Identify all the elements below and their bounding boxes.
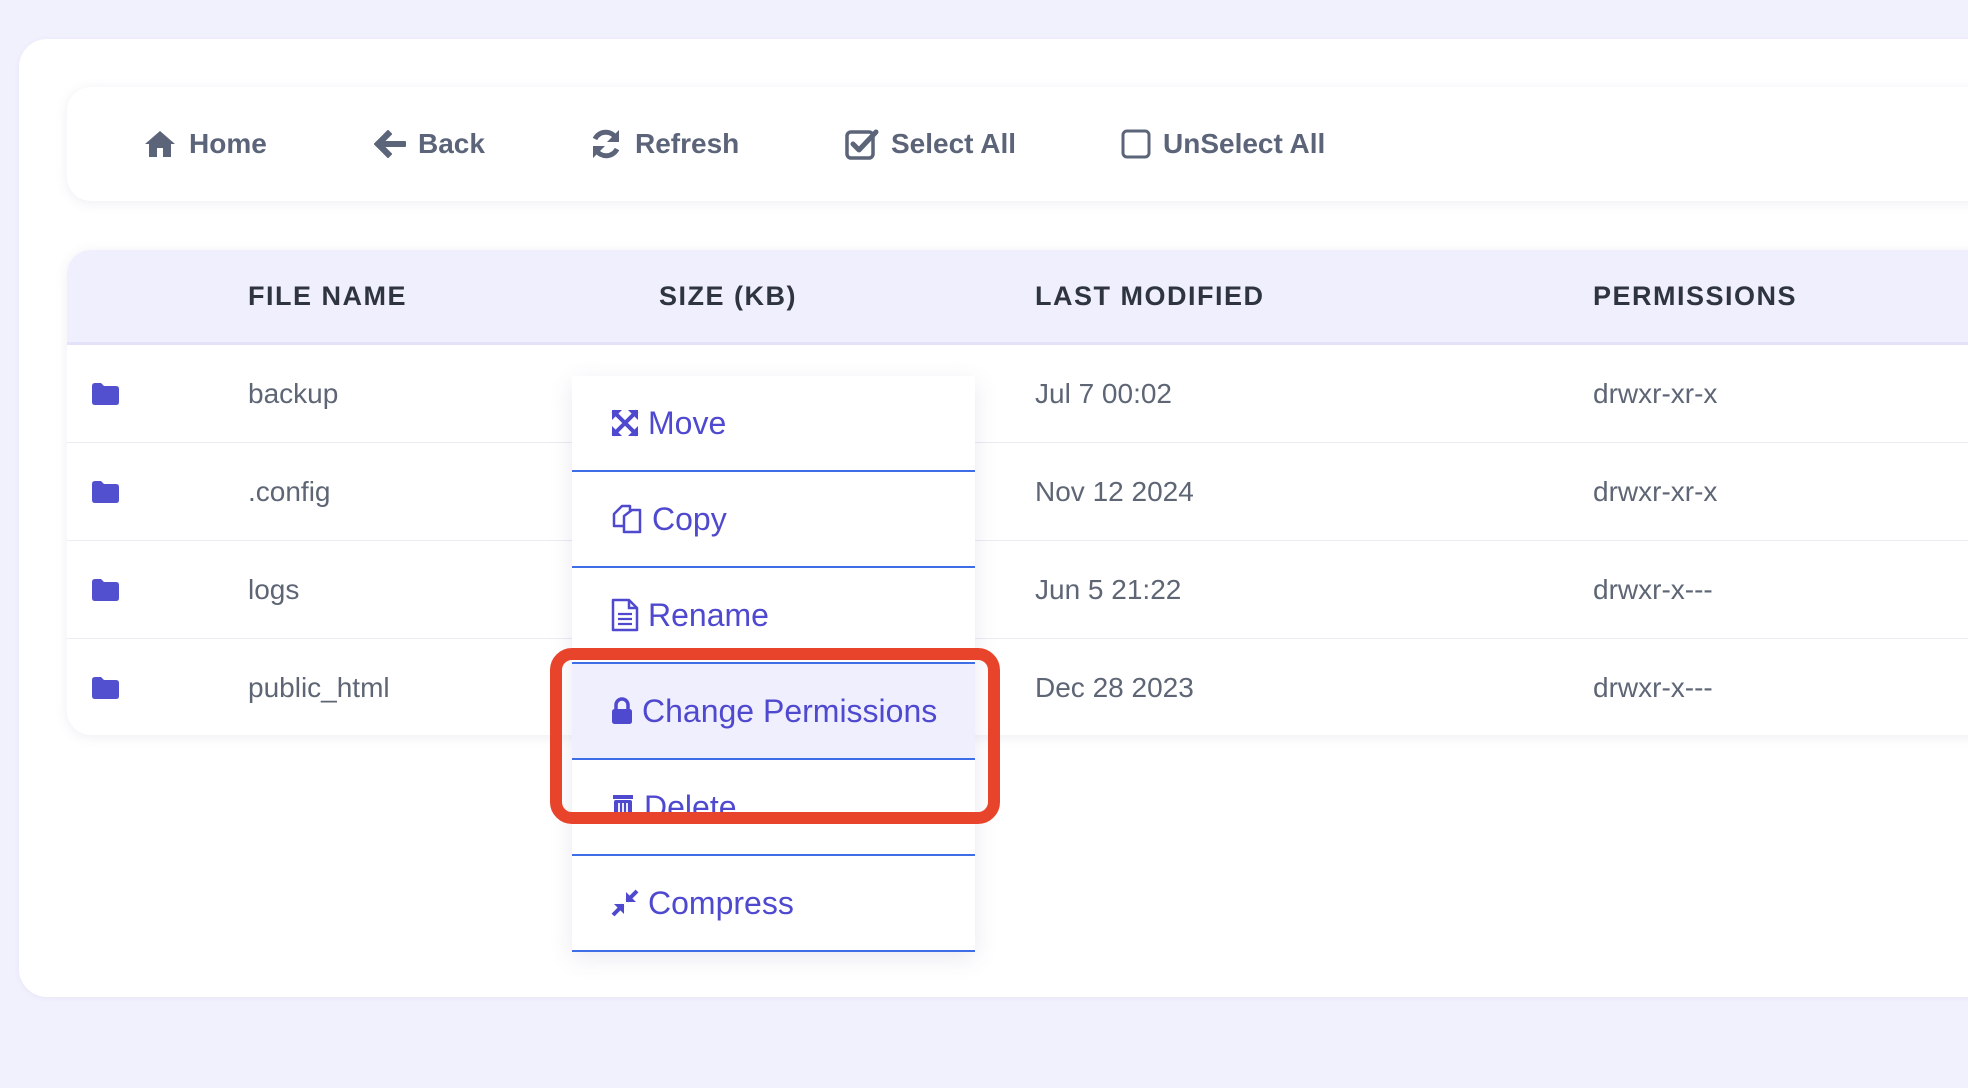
- back-button[interactable]: Back: [374, 87, 485, 201]
- column-last-modified[interactable]: LAST MODIFIED: [1035, 250, 1265, 342]
- menu-item-rename[interactable]: Rename: [572, 568, 975, 664]
- table-header: FILE NAME SIZE (KB) LAST MODIFIED PERMIS…: [67, 250, 1968, 345]
- menu-item-change-permissions[interactable]: Change Permissions: [572, 664, 975, 760]
- back-label: Back: [418, 128, 485, 159]
- table-row[interactable]: .config Nov 12 2024 drwxr-xr-x: [67, 443, 1968, 541]
- menu-item-move[interactable]: Move: [572, 376, 975, 472]
- lock-icon: [612, 697, 632, 724]
- select-all-button[interactable]: Select All: [845, 87, 1016, 201]
- menu-item-label: Rename: [648, 596, 769, 633]
- home-icon: [145, 131, 175, 157]
- empty-box-icon: [1121, 129, 1151, 159]
- permissions: drwxr-xr-x: [1593, 476, 1718, 507]
- menu-item-label: Move: [648, 404, 727, 441]
- folder-icon: [92, 579, 119, 601]
- menu-item-compress[interactable]: Compress: [572, 856, 975, 952]
- unselect-all-button[interactable]: UnSelect All: [1121, 87, 1325, 201]
- permissions: drwxr-x---: [1593, 574, 1713, 605]
- permissions: drwxr-x---: [1593, 672, 1713, 703]
- context-menu: Move Copy Rename Change Permissions Dele…: [572, 376, 975, 952]
- file-name: logs: [248, 574, 300, 605]
- menu-item-label: Compress: [648, 884, 794, 921]
- toolbar: Home Back Refresh Select All UnSelect Al…: [67, 87, 1968, 201]
- copy-icon: [612, 504, 642, 534]
- folder-icon: [92, 677, 119, 699]
- file-name: backup: [248, 378, 339, 409]
- folder-icon: [92, 481, 119, 503]
- home-button[interactable]: Home: [143, 87, 267, 201]
- menu-item-delete[interactable]: Delete: [572, 760, 975, 856]
- select-all-label: Select All: [891, 128, 1017, 159]
- checked-box-icon: [845, 129, 879, 160]
- last-modified: Jul 7 00:02: [1035, 378, 1172, 409]
- permissions: drwxr-xr-x: [1593, 378, 1718, 409]
- trash-icon: [613, 795, 633, 820]
- refresh-icon: [592, 129, 620, 159]
- column-size[interactable]: SIZE (KB): [659, 250, 797, 342]
- arrow-left-icon: [374, 130, 406, 158]
- menu-item-copy[interactable]: Copy: [572, 472, 975, 568]
- last-modified: Jun 5 21:22: [1035, 574, 1182, 605]
- table-row[interactable]: backup Jul 7 00:02 drwxr-xr-x: [67, 345, 1968, 443]
- folder-icon: [92, 383, 119, 405]
- file-table: FILE NAME SIZE (KB) LAST MODIFIED PERMIS…: [67, 250, 1968, 735]
- file-name: .config: [248, 476, 331, 507]
- menu-item-label: Delete: [644, 788, 737, 825]
- last-modified: Nov 12 2024: [1035, 476, 1194, 507]
- column-file-name[interactable]: FILE NAME: [248, 250, 407, 342]
- refresh-label: Refresh: [635, 128, 740, 159]
- unselect-all-label: UnSelect All: [1163, 128, 1326, 159]
- column-permissions[interactable]: PERMISSIONS: [1593, 250, 1797, 342]
- menu-item-label: Copy: [652, 500, 727, 537]
- home-label: Home: [189, 128, 267, 159]
- menu-item-label: Change Permissions: [642, 692, 938, 729]
- file-name: public_html: [248, 672, 390, 703]
- last-modified: Dec 28 2023: [1035, 672, 1194, 703]
- compress-icon: [611, 889, 639, 917]
- table-row[interactable]: public_html Dec 28 2023 drwxr-x---: [67, 639, 1968, 735]
- table-row[interactable]: logs Jun 5 21:22 drwxr-x---: [67, 541, 1968, 639]
- refresh-button[interactable]: Refresh: [589, 87, 739, 201]
- move-icon: [611, 409, 639, 437]
- rename-icon: [611, 598, 639, 632]
